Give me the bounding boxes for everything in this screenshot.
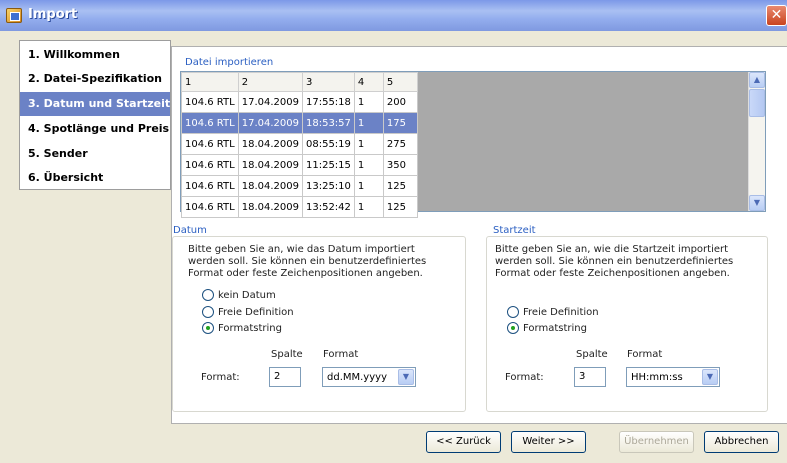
import-preview-grid[interactable]: 1 2 3 4 5 104.6 RTL 17.04.2009 17:55:18 … bbox=[180, 71, 766, 218]
table-row-selected[interactable]: 104.6 RTL 17.04.2009 18:53:57 1 175 bbox=[181, 112, 418, 134]
table-row[interactable]: 104.6 RTL 17.04.2009 17:55:18 1 200 bbox=[181, 91, 418, 113]
datum-format-select[interactable]: dd.MM.yyyy ▼ bbox=[322, 367, 416, 387]
table-row[interactable]: 104.6 RTL 18.04.2009 13:52:42 1 125 bbox=[181, 196, 418, 218]
column-header[interactable]: 3 bbox=[301, 72, 355, 92]
startzeit-description: Bitte geben Sie an, wie die Startzeit im… bbox=[495, 244, 734, 279]
radio-label: Freie Definition bbox=[523, 306, 599, 318]
table-cell: 1 bbox=[353, 196, 384, 218]
datum-spalte-input[interactable]: 2 bbox=[269, 367, 301, 387]
table-row[interactable]: 104.6 RTL 18.04.2009 11:25:15 1 350 bbox=[181, 154, 418, 176]
table-cell: 17.04.2009 bbox=[237, 91, 303, 113]
next-button[interactable]: Weiter >> bbox=[511, 431, 586, 453]
table-row[interactable]: 104.6 RTL 18.04.2009 08:55:19 1 275 bbox=[181, 133, 418, 155]
table-row[interactable]: 104.6 RTL 18.04.2009 13:25:10 1 125 bbox=[181, 175, 418, 197]
startzeit-spalte-header: Spalte bbox=[576, 349, 608, 360]
radio-icon[interactable] bbox=[202, 306, 214, 318]
table-cell: 175 bbox=[382, 112, 418, 134]
column-header[interactable]: 2 bbox=[237, 72, 303, 92]
cancel-button[interactable]: Abbrechen bbox=[704, 431, 779, 453]
table-cell: 18.04.2009 bbox=[237, 175, 303, 197]
column-header[interactable]: 4 bbox=[353, 72, 384, 92]
close-button[interactable]: ✕ bbox=[766, 5, 787, 26]
table-cell: 17.04.2009 bbox=[237, 112, 303, 134]
nav-item-datum-und-startzeit[interactable]: 3. Datum und Startzeit bbox=[20, 92, 170, 116]
preview-table: 1 2 3 4 5 104.6 RTL 17.04.2009 17:55:18 … bbox=[181, 72, 418, 218]
datum-format-label: Format: bbox=[201, 372, 240, 383]
startzeit-option-formatstring[interactable]: Formatstring bbox=[507, 322, 587, 334]
column-header[interactable]: 5 bbox=[382, 72, 418, 92]
radio-checked-icon[interactable] bbox=[202, 322, 214, 334]
table-cell: 125 bbox=[382, 175, 418, 197]
table-header-row: 1 2 3 4 5 bbox=[181, 72, 418, 92]
nav-item-willkommen[interactable]: 1. Willkommen bbox=[20, 43, 170, 67]
chevron-down-icon[interactable]: ▼ bbox=[702, 369, 718, 385]
table-cell: 1 bbox=[353, 154, 384, 176]
table-cell: 200 bbox=[382, 91, 418, 113]
table-cell: 1 bbox=[353, 133, 384, 155]
datum-option-freie-definition[interactable]: Freie Definition bbox=[202, 306, 294, 318]
scrollbar-thumb[interactable] bbox=[749, 89, 765, 117]
datum-format-value: dd.MM.yyyy bbox=[327, 372, 387, 383]
datum-section-title: Datum bbox=[173, 225, 207, 236]
title-bar: Import ✕ bbox=[0, 0, 787, 31]
datum-description: Bitte geben Sie an, wie das Datum import… bbox=[188, 244, 427, 279]
table-cell: 18.04.2009 bbox=[237, 133, 303, 155]
table-cell: 08:55:19 bbox=[301, 133, 355, 155]
import-section-title: Datei importieren bbox=[185, 57, 274, 68]
datum-option-kein-datum[interactable]: kein Datum bbox=[202, 289, 276, 301]
radio-icon[interactable] bbox=[202, 289, 214, 301]
table-cell: 275 bbox=[382, 133, 418, 155]
table-cell: 11:25:15 bbox=[301, 154, 355, 176]
datum-spalte-header: Spalte bbox=[271, 349, 303, 360]
wizard-steps-nav: 1. Willkommen 2. Datei-Spezifikation 3. … bbox=[19, 40, 171, 190]
table-cell: 13:52:42 bbox=[301, 196, 355, 218]
startzeit-format-value: HH:mm:ss bbox=[631, 372, 683, 383]
apply-button[interactable]: Übernehmen bbox=[619, 431, 694, 453]
scroll-up-icon[interactable]: ▲ bbox=[749, 72, 765, 88]
column-header[interactable]: 1 bbox=[181, 72, 239, 92]
datum-format-header: Format bbox=[323, 349, 359, 360]
back-button[interactable]: << Zurück bbox=[426, 431, 501, 453]
nav-item-sender[interactable]: 5. Sender bbox=[20, 142, 170, 166]
table-cell: 18.04.2009 bbox=[237, 196, 303, 218]
table-cell: 1 bbox=[353, 91, 384, 113]
table-cell: 104.6 RTL bbox=[181, 154, 239, 176]
window-title: Import bbox=[28, 7, 78, 22]
table-cell: 350 bbox=[382, 154, 418, 176]
table-cell: 104.6 RTL bbox=[181, 133, 239, 155]
table-cell: 104.6 RTL bbox=[181, 112, 239, 134]
table-cell: 18:53:57 bbox=[301, 112, 355, 134]
table-cell: 18.04.2009 bbox=[237, 154, 303, 176]
table-cell: 13:25:10 bbox=[301, 175, 355, 197]
nav-item-uebersicht[interactable]: 6. Übersicht bbox=[20, 166, 170, 190]
table-cell: 1 bbox=[353, 175, 384, 197]
radio-label: Formatstring bbox=[218, 322, 282, 334]
startzeit-format-label: Format: bbox=[505, 372, 544, 383]
radio-label: kein Datum bbox=[218, 289, 276, 301]
table-cell: 1 bbox=[353, 112, 384, 134]
table-cell: 104.6 RTL bbox=[181, 91, 239, 113]
scroll-down-icon[interactable]: ▼ bbox=[749, 195, 765, 211]
table-cell: 125 bbox=[382, 196, 418, 218]
datum-option-formatstring[interactable]: Formatstring bbox=[202, 322, 282, 334]
startzeit-spalte-input[interactable]: 3 bbox=[574, 367, 606, 387]
table-cell: 104.6 RTL bbox=[181, 196, 239, 218]
vertical-scrollbar[interactable]: ▲ ▼ bbox=[748, 72, 765, 211]
startzeit-option-freie-definition[interactable]: Freie Definition bbox=[507, 306, 599, 318]
chevron-down-icon[interactable]: ▼ bbox=[398, 369, 414, 385]
table-cell: 104.6 RTL bbox=[181, 175, 239, 197]
startzeit-section-title: Startzeit bbox=[493, 225, 536, 236]
app-icon bbox=[6, 8, 22, 23]
nav-item-spotlaenge-und-preis[interactable]: 4. Spotlänge und Preis bbox=[20, 117, 170, 141]
nav-item-datei-spezifikation[interactable]: 2. Datei-Spezifikation bbox=[20, 67, 170, 91]
radio-icon[interactable] bbox=[507, 306, 519, 318]
startzeit-format-select[interactable]: HH:mm:ss ▼ bbox=[626, 367, 720, 387]
radio-label: Formatstring bbox=[523, 322, 587, 334]
startzeit-format-header: Format bbox=[627, 349, 663, 360]
radio-label: Freie Definition bbox=[218, 306, 294, 318]
radio-checked-icon[interactable] bbox=[507, 322, 519, 334]
table-cell: 17:55:18 bbox=[301, 91, 355, 113]
